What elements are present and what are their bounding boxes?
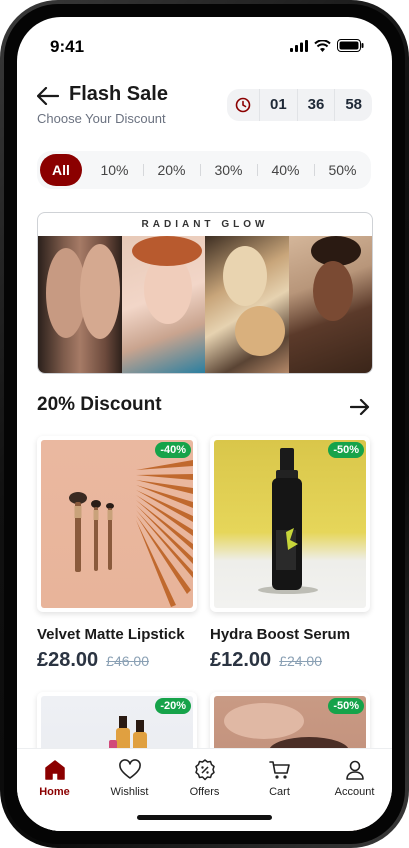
banner-title: RADIANT GLOW xyxy=(141,219,269,230)
app-screen: 9:41 Flash Sale Choose Your Discount 01 … xyxy=(17,17,392,831)
banner-photo-2 xyxy=(121,236,205,373)
battery-icon xyxy=(337,39,364,52)
timer-icon-wrap xyxy=(227,97,259,113)
page-subtitle: Choose Your Discount xyxy=(37,111,166,126)
signal-icon xyxy=(290,39,308,52)
product-card[interactable]: -50% Hydra Boost Serum £12.00 £24.00 xyxy=(210,436,370,672)
product-image: -40% xyxy=(37,436,197,612)
nav-label-offers: Offers xyxy=(189,786,220,798)
nav-item-home[interactable]: Home xyxy=(20,749,90,831)
product-card[interactable]: -40% Velvet Matte Lipstick £28.00 £46.00 xyxy=(37,436,197,672)
wifi-icon xyxy=(314,39,331,52)
product-name: Velvet Matte Lipstick xyxy=(37,626,185,643)
discount-badge: -50% xyxy=(328,442,364,458)
back-arrow-icon[interactable] xyxy=(37,87,59,105)
timer-minutes: 36 xyxy=(296,89,335,121)
nav-label-account: Account xyxy=(334,786,375,798)
clock-icon xyxy=(235,97,251,113)
discount-badge: -40% xyxy=(155,442,191,458)
product-prices: £28.00 £46.00 xyxy=(37,649,197,672)
brush-set-illustration xyxy=(69,460,193,607)
product-name: Hydra Boost Serum xyxy=(210,626,351,643)
home-icon xyxy=(44,760,65,780)
heart-icon xyxy=(118,759,141,779)
discount-badge-icon xyxy=(194,759,215,781)
product-image: -50% xyxy=(210,436,370,612)
product-prices: £12.00 £24.00 xyxy=(210,649,370,672)
countdown-timer: 01 36 58 xyxy=(227,89,372,121)
product-old-price: £24.00 xyxy=(279,653,322,669)
banner-photo-strip xyxy=(38,236,372,373)
arrow-right-icon[interactable] xyxy=(350,398,370,416)
product-price: £28.00 xyxy=(37,649,99,671)
nav-label-wishlist: Wishlist xyxy=(110,786,149,798)
timer-hours: 01 xyxy=(259,89,297,121)
discount-badge: -20% xyxy=(155,698,191,714)
banner-photo-3 xyxy=(205,236,289,373)
product-price: £12.00 xyxy=(210,649,272,671)
filter-chip-30[interactable]: 30% xyxy=(200,154,257,186)
status-icons xyxy=(290,39,364,52)
page-title: Flash Sale xyxy=(69,83,168,105)
nav-label-home: Home xyxy=(39,786,70,798)
discount-filter-bar: All 10% 20% 30% 40% 50% xyxy=(37,151,371,189)
nav-label-cart: Cart xyxy=(269,786,290,798)
filter-chip-20[interactable]: 20% xyxy=(143,154,200,186)
product-old-price: £46.00 xyxy=(106,653,149,669)
cart-icon xyxy=(268,761,290,779)
filter-chip-40[interactable]: 40% xyxy=(257,154,314,186)
serum-bottle-illustration xyxy=(258,448,318,594)
section-title: 20% Discount xyxy=(37,394,162,415)
discount-badge: -50% xyxy=(328,698,364,714)
promo-banner[interactable]: RADIANT GLOW xyxy=(37,212,373,374)
banner-photo-4 xyxy=(288,236,372,373)
filter-chip-10[interactable]: 10% xyxy=(86,154,143,186)
filter-chip-all[interactable]: All xyxy=(40,154,82,186)
timer-seconds: 58 xyxy=(334,89,372,121)
status-time: 9:41 xyxy=(50,37,85,56)
banner-photo-1 xyxy=(38,236,122,373)
nav-item-account[interactable]: Account xyxy=(320,749,390,831)
home-indicator[interactable] xyxy=(137,815,272,820)
user-icon xyxy=(345,760,364,780)
filter-chip-50[interactable]: 50% xyxy=(314,154,371,186)
